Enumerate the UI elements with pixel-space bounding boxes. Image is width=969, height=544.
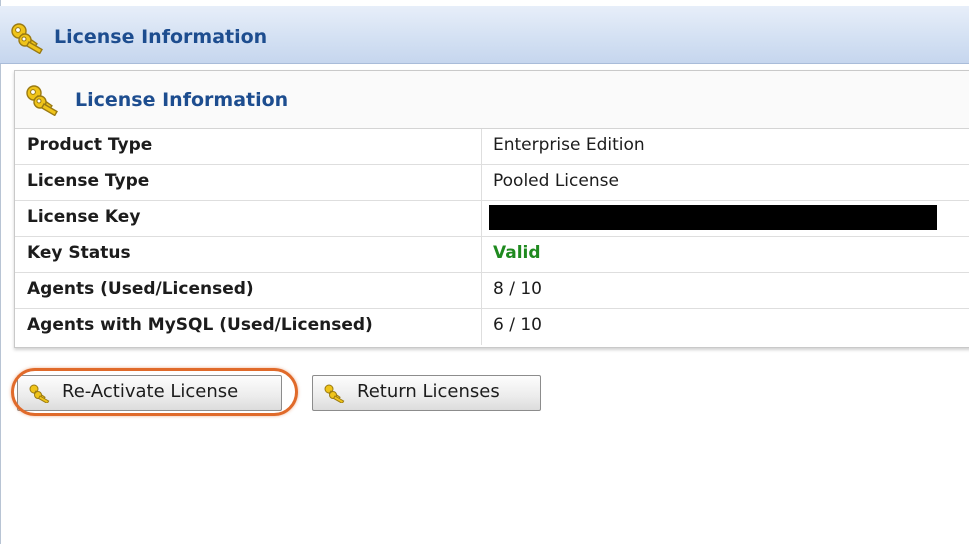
button-label: Return Licenses [357, 381, 500, 402]
row-label: Key Status [27, 243, 131, 263]
row-agents-mysql: Agents with MySQL (Used/Licensed) 6 / 10 [15, 309, 969, 345]
row-value: Pooled License [493, 171, 619, 191]
row-license-key: License Key [15, 201, 969, 237]
column-divider [481, 273, 482, 308]
return-licenses-button[interactable]: Return Licenses [312, 375, 541, 411]
column-divider [481, 309, 482, 345]
row-label: Agents (Used/Licensed) [27, 279, 254, 299]
row-value: 6 / 10 [493, 315, 542, 335]
button-label: Re-Activate License [62, 381, 239, 402]
panel-header: License Information [0, 6, 969, 64]
key-icon [29, 384, 50, 403]
column-divider [481, 201, 482, 236]
card-header: License Information [15, 71, 969, 129]
card-title: License Information [75, 89, 289, 111]
license-info-card: License Information Product Type Enterpr… [14, 70, 969, 348]
status-valid: Valid [493, 243, 541, 263]
row-key-status: Key Status Valid [15, 237, 969, 273]
row-value: 8 / 10 [493, 279, 542, 299]
key-icon [11, 23, 43, 54]
row-label: Agents with MySQL (Used/Licensed) [27, 315, 373, 335]
row-value: Enterprise Edition [493, 135, 645, 155]
row-agents: Agents (Used/Licensed) 8 / 10 [15, 273, 969, 309]
column-divider [481, 237, 482, 272]
column-divider [481, 165, 482, 200]
redacted-license-key [489, 205, 937, 230]
row-label: License Type [27, 171, 150, 191]
panel-title: License Information [54, 26, 268, 48]
key-icon [324, 384, 345, 403]
row-label: License Key [27, 207, 141, 227]
key-icon [26, 85, 58, 116]
row-product-type: Product Type Enterprise Edition [15, 129, 969, 165]
row-label: Product Type [27, 135, 153, 155]
column-divider [481, 129, 482, 164]
row-license-type: License Type Pooled License [15, 165, 969, 201]
reactivate-license-button[interactable]: Re-Activate License [17, 375, 282, 411]
